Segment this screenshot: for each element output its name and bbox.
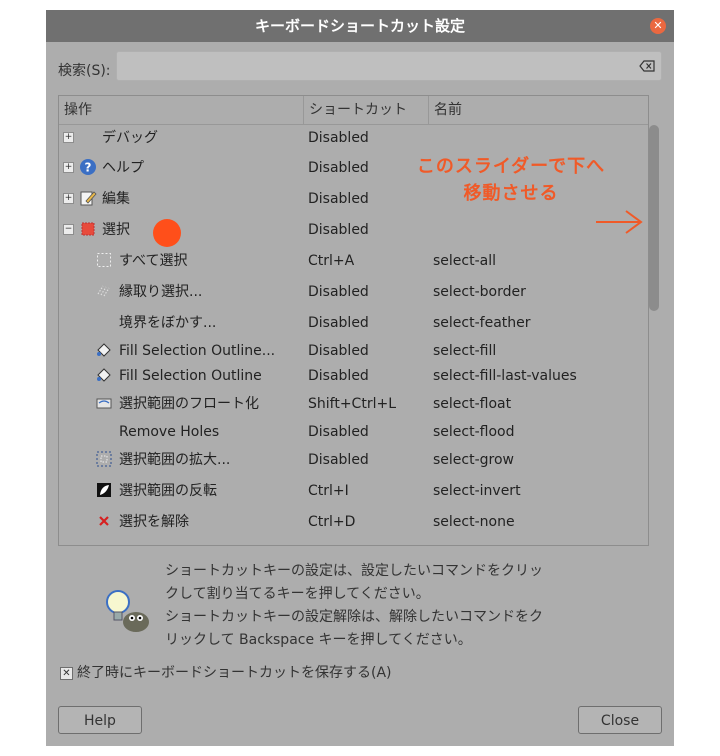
row-label: Remove Holes: [119, 424, 220, 440]
column-header-action[interactable]: 操作: [59, 96, 304, 124]
tip-line-3: ショートカットキーの設定解除は、解除したいコマンドをク: [165, 609, 543, 625]
dialog-title: キーボードショートカット設定: [254, 17, 465, 35]
row-label: 境界をぼかす...: [119, 315, 217, 331]
select-border-icon: [97, 285, 110, 297]
arrow-right-icon: [596, 210, 643, 234]
row-label: Fill Selection Outline: [119, 368, 262, 384]
help-icon: ?: [80, 159, 96, 175]
highlight-dot: [153, 219, 181, 247]
tree-row-debug[interactable]: + デバッグ Disabled: [59, 123, 648, 153]
edit-icon: [80, 191, 97, 206]
row-shortcut: Disabled: [308, 222, 369, 238]
collapse-icon[interactable]: −: [63, 224, 74, 235]
search-label: 検索(S):: [58, 63, 111, 79]
row-label: 選択: [102, 222, 130, 238]
tree-row-select-invert[interactable]: 選択範囲の反転 Ctrl+I select-invert: [59, 476, 648, 506]
row-shortcut: Disabled: [308, 315, 369, 331]
row-action-name: select-all: [433, 253, 497, 269]
row-label: 選択範囲の反転: [119, 483, 217, 499]
gimp-tip-icon: [106, 590, 149, 632]
row-action-name: select-flood: [433, 424, 515, 440]
shortcut-dialog: キーボードショートカット設定 ✕ 検索(S): 操作 ショートカット 名前 + …: [46, 10, 674, 746]
close-icon[interactable]: ✕: [650, 18, 666, 34]
tip-line-1: ショートカットキーの設定は、設定したいコマンドをクリッ: [165, 563, 543, 579]
row-shortcut: Ctrl+I: [308, 483, 349, 499]
row-action-name: select-invert: [433, 483, 521, 499]
tree-row-select-all[interactable]: すべて選択 Ctrl+A select-all: [59, 246, 648, 276]
column-header-name[interactable]: 名前: [429, 96, 648, 124]
expand-icon[interactable]: +: [63, 193, 74, 204]
column-header-shortcut[interactable]: ショートカット: [304, 96, 429, 124]
scrollbar-thumb[interactable]: [649, 125, 659, 311]
tip-line-4: リックして Backspace キーを押してください。: [165, 632, 472, 648]
row-label: デバッグ: [102, 130, 158, 146]
select-none-icon: [99, 516, 109, 526]
invert-selection-icon: [97, 483, 111, 497]
annotation-line-2: 移動させる: [463, 183, 559, 204]
dialog-titlebar: キーボードショートカット設定 ✕: [46, 10, 674, 42]
row-label: 縁取り選択...: [119, 284, 203, 300]
tree-row-select-border[interactable]: 縁取り選択... Disabled select-border: [59, 277, 648, 307]
row-shortcut: Disabled: [308, 160, 369, 176]
row-shortcut: Disabled: [308, 284, 369, 300]
row-label: 選択範囲のフロート化: [119, 396, 259, 412]
row-shortcut: Disabled: [308, 130, 369, 146]
row-action-name: select-border: [433, 284, 526, 300]
save-on-exit-checkbox-row[interactable]: ✕ 終了時にキーボードショートカットを保存する(A): [60, 662, 392, 682]
select-all-icon: [97, 253, 111, 267]
annotation-text: このスライダーで下へ 移動させる: [386, 153, 636, 207]
tree-row-select[interactable]: − 選択 Disabled: [59, 215, 648, 245]
tree-row-select-feather[interactable]: 境界をぼかす... Disabled select-feather: [59, 308, 648, 338]
float-selection-icon: [96, 398, 112, 409]
expand-icon[interactable]: +: [63, 162, 74, 173]
selection-icon: [81, 222, 95, 236]
close-button[interactable]: Close: [578, 706, 662, 734]
save-on-exit-label: 終了時にキーボードショートカットを保存する(A): [77, 665, 392, 681]
row-label: すべて選択: [119, 253, 188, 269]
tree-row-select-float[interactable]: 選択範囲のフロート化 Shift+Ctrl+L select-float: [59, 389, 648, 419]
tip-line-2: クして割り当てるキーを押してください。: [165, 586, 430, 602]
annotation-line-1: このスライダーで下へ: [416, 156, 606, 177]
bucket-fill-icon: [97, 368, 111, 382]
row-label: ヘルプ: [102, 160, 144, 176]
row-action-name: select-fill-last-values: [433, 368, 577, 384]
save-on-exit-checkbox[interactable]: ✕: [60, 666, 73, 680]
row-shortcut: Ctrl+D: [308, 514, 356, 530]
search-input[interactable]: [116, 51, 662, 81]
row-action-name: select-grow: [433, 452, 514, 468]
row-shortcut: Disabled: [308, 368, 369, 384]
bucket-fill-icon: [97, 343, 111, 357]
row-label: 選択を解除: [119, 514, 189, 530]
row-label: 選択範囲の拡大...: [119, 452, 231, 468]
grow-selection-icon: [96, 451, 112, 467]
tree-row-select-none[interactable]: 選択を解除 Ctrl+D select-none: [59, 507, 648, 537]
backspace-clear-icon[interactable]: [639, 60, 655, 72]
row-shortcut: Shift+Ctrl+L: [308, 396, 396, 412]
tree-row-select-fill-last-values[interactable]: Fill Selection Outline Disabled select-f…: [59, 361, 648, 391]
help-button[interactable]: Help: [58, 706, 142, 734]
row-action-name: select-none: [433, 514, 515, 530]
row-shortcut: Disabled: [308, 424, 369, 440]
row-shortcut: Ctrl+A: [308, 253, 355, 269]
tree-row-select-flood[interactable]: Remove Holes Disabled select-flood: [59, 417, 648, 447]
row-label: 編集: [102, 191, 130, 207]
row-shortcut: Disabled: [308, 452, 369, 468]
expand-icon[interactable]: +: [63, 132, 74, 143]
tree-row-select-grow[interactable]: 選択範囲の拡大... Disabled select-grow: [59, 445, 648, 475]
row-action-name: select-feather: [433, 315, 531, 331]
svg-text:?: ?: [85, 161, 92, 175]
row-shortcut: Disabled: [308, 191, 369, 207]
row-action-name: select-float: [433, 396, 512, 412]
